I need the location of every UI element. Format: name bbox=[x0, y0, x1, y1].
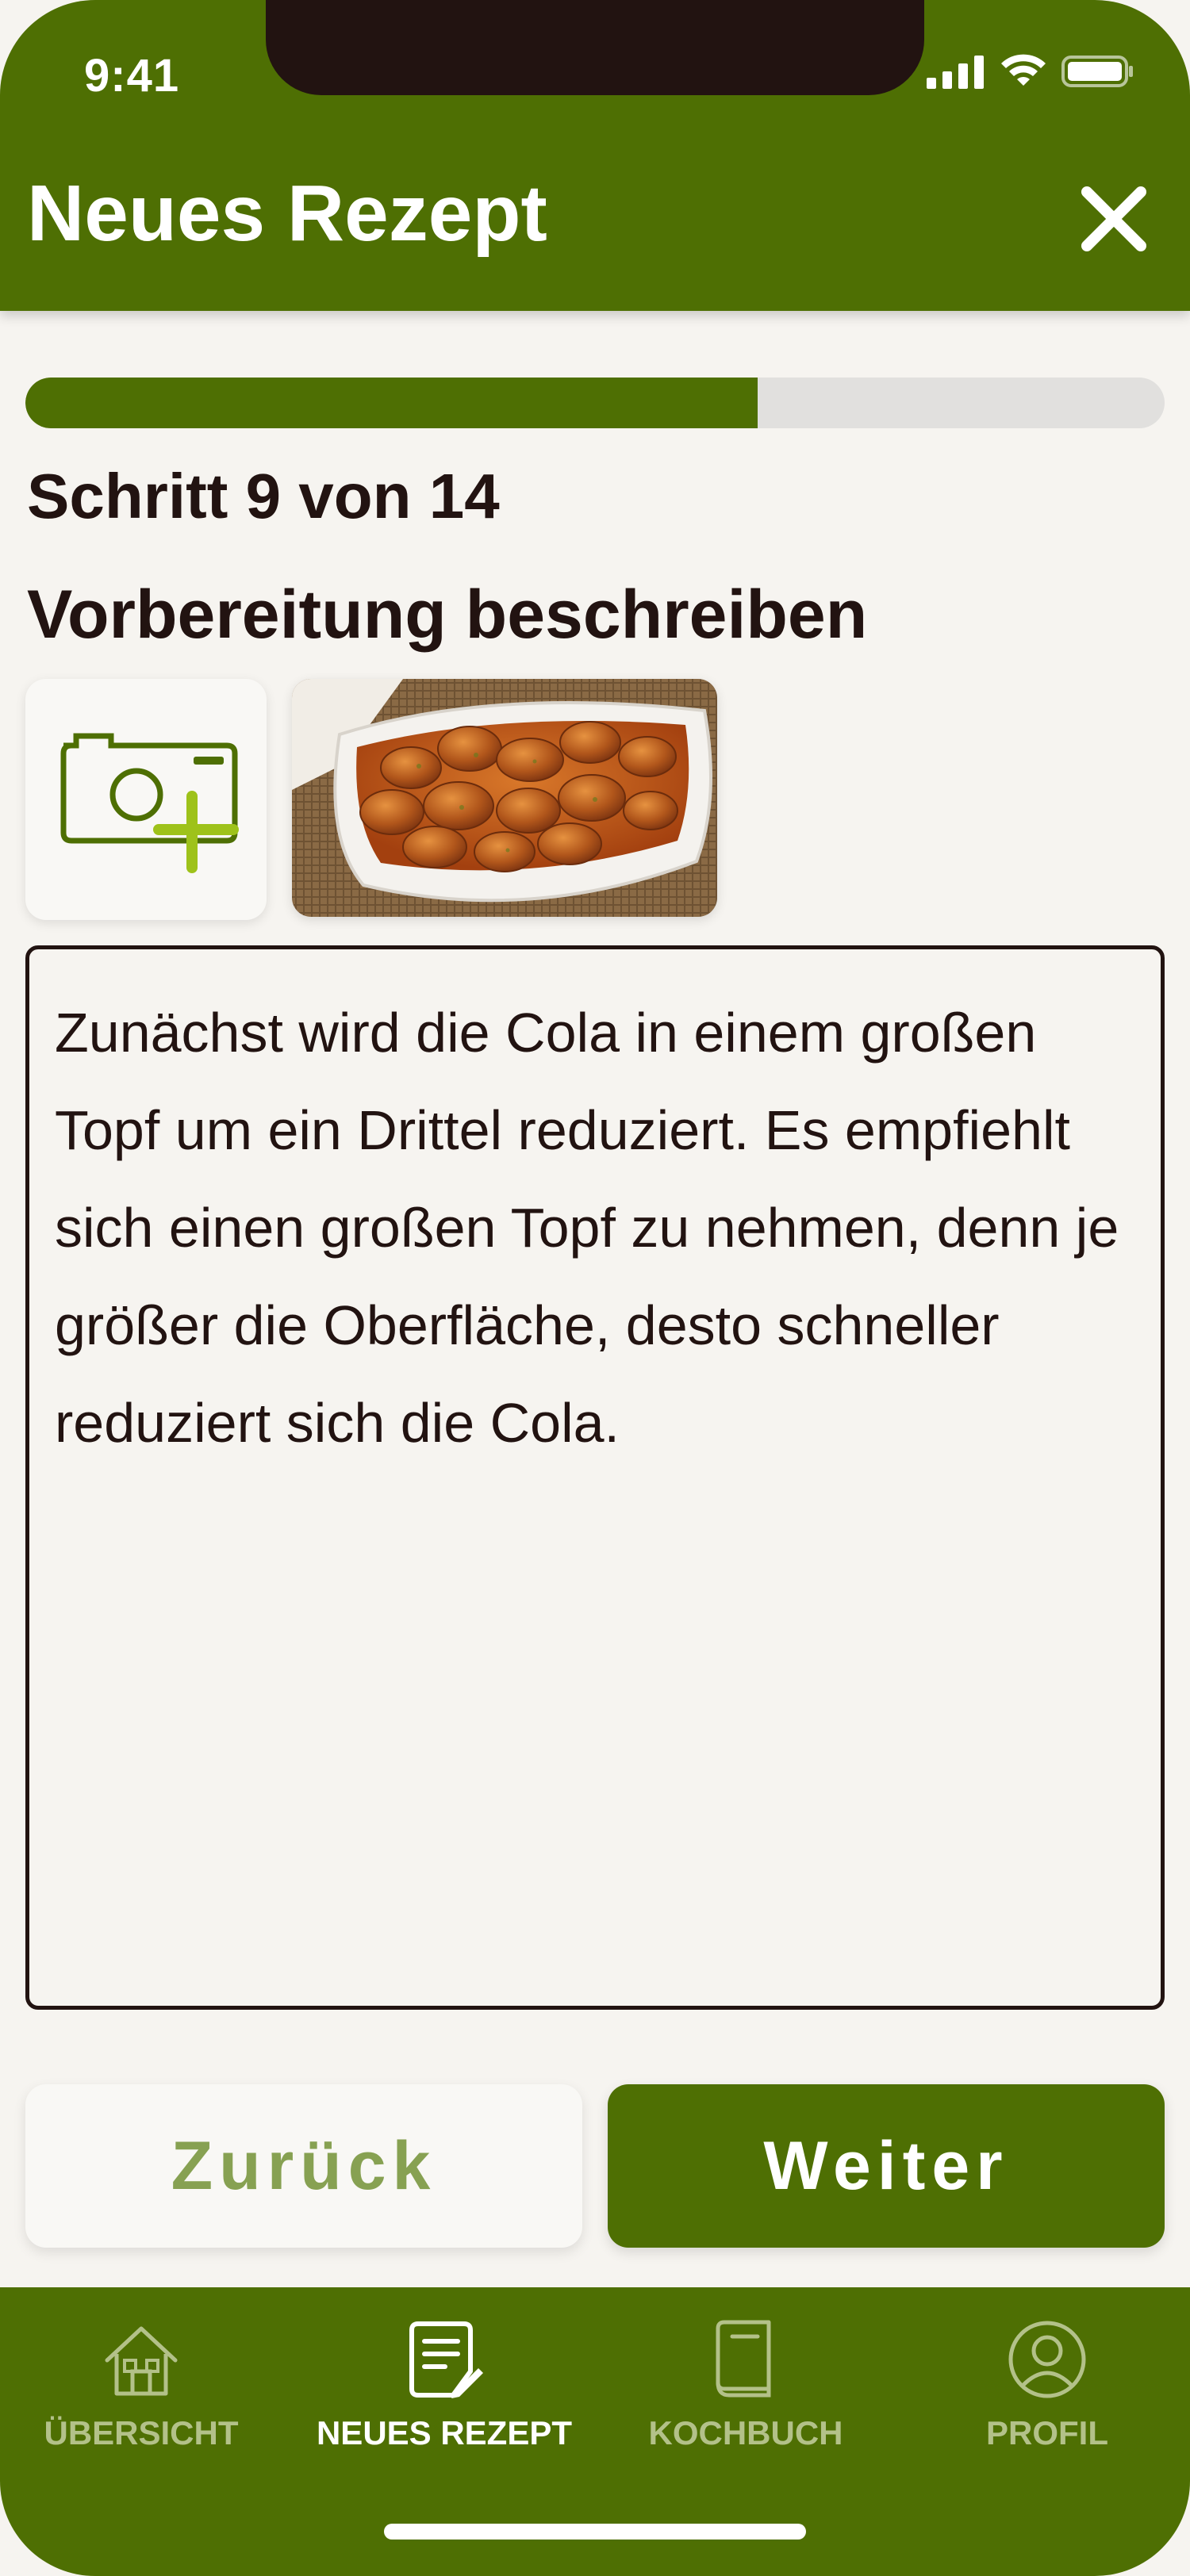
step-counter: Schritt 9 von 14 bbox=[27, 461, 500, 531]
page-title: Neues Rezept bbox=[27, 169, 547, 258]
add-photo-button[interactable] bbox=[25, 679, 267, 920]
home-icon bbox=[105, 2326, 178, 2396]
signal-icon bbox=[927, 56, 984, 89]
book-icon bbox=[716, 2320, 771, 2398]
tab-label-overview: ÜBERSICHT bbox=[44, 2414, 239, 2451]
tab-label-cookbook: KOCHBUCH bbox=[648, 2414, 843, 2451]
tab-label-profile: PROFIL bbox=[986, 2414, 1108, 2451]
bottom-tab-bar: ÜBERSICHT NEUES REZEPT KOCHBUCH PROFIL bbox=[0, 2287, 1190, 2576]
tab-cookbook[interactable]: KOCHBUCH bbox=[595, 2287, 896, 2486]
profile-icon bbox=[1008, 2321, 1086, 2398]
status-time: 9:41 bbox=[84, 50, 180, 102]
recipe-step-photo[interactable] bbox=[292, 679, 717, 917]
device-notch bbox=[266, 0, 924, 95]
next-button[interactable]: Weiter bbox=[608, 2084, 1165, 2248]
camera-plus-icon bbox=[60, 733, 239, 873]
wifi-icon bbox=[1001, 54, 1046, 86]
tab-new-recipe[interactable]: NEUES REZEPT bbox=[294, 2287, 595, 2486]
progress-bar bbox=[25, 378, 1165, 428]
currywurst-image bbox=[292, 679, 717, 917]
app-screen: 9:41 Neues Rezept Schritt 9 von 14 Vorbe… bbox=[0, 0, 1190, 2576]
description-textarea[interactable]: Zunächst wird die Cola in einem großen T… bbox=[25, 945, 1165, 2010]
tab-profile[interactable]: PROFIL bbox=[896, 2287, 1190, 2486]
back-button[interactable]: Zurück bbox=[25, 2084, 582, 2248]
description-text[interactable]: Zunächst wird die Cola in einem großen T… bbox=[55, 984, 1134, 1472]
tab-overview[interactable]: ÜBERSICHT bbox=[0, 2287, 292, 2486]
section-heading: Vorbereitung beschreiben bbox=[27, 577, 868, 653]
app-header: 9:41 Neues Rezept bbox=[0, 0, 1190, 311]
recipe-edit-icon bbox=[409, 2321, 483, 2398]
progress-bar-fill bbox=[25, 378, 758, 428]
tab-label-new-recipe: NEUES REZEPT bbox=[316, 2414, 573, 2451]
status-icons bbox=[927, 54, 1134, 89]
battery-icon bbox=[1061, 56, 1133, 87]
home-indicator bbox=[384, 2524, 806, 2540]
close-icon[interactable] bbox=[1076, 181, 1152, 257]
